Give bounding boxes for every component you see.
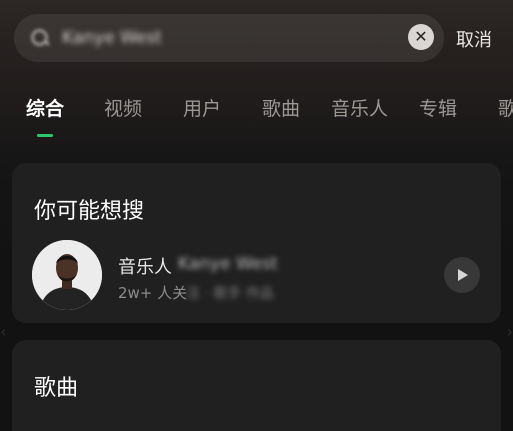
play-icon: [458, 269, 468, 281]
tab-albums[interactable]: 专辑: [419, 94, 457, 121]
tab-all[interactable]: 综合: [26, 94, 64, 121]
tab-videos[interactable]: 视频: [104, 94, 142, 121]
clear-search-button[interactable]: ✕: [408, 24, 434, 50]
suggestion-card: 你可能想搜 音乐人 Kanye West 2w+ 人关 注 · 歌手 作品: [12, 163, 501, 323]
cancel-button[interactable]: 取消: [456, 26, 492, 52]
close-icon: ✕: [414, 27, 428, 46]
play-button[interactable]: [444, 257, 480, 293]
tab-more[interactable]: 歌: [498, 94, 513, 121]
search-results-screen: ✕ 取消 综合 视频 用户 歌曲 音乐人 专辑 歌 你可能想搜 音乐人 Kany…: [0, 0, 513, 431]
search-tabs: 综合 视频 用户 歌曲 音乐人 专辑 歌: [0, 94, 513, 138]
search-input[interactable]: [62, 25, 392, 51]
result-name[interactable]: Kanye West: [178, 254, 278, 274]
songs-card: 歌曲: [12, 340, 501, 431]
tab-songs[interactable]: 歌曲: [262, 94, 300, 121]
search-bar[interactable]: [14, 14, 444, 62]
avatar[interactable]: [32, 240, 102, 310]
active-tab-indicator: [37, 134, 53, 137]
result-type-label: 音乐人: [118, 257, 172, 278]
songs-title: 歌曲: [34, 376, 79, 401]
tab-musicians[interactable]: 音乐人: [331, 94, 388, 121]
chevron-left-icon: ‹: [0, 322, 7, 341]
tab-users[interactable]: 用户: [183, 94, 221, 121]
search-icon: [30, 28, 51, 48]
result-fans-detail: 注 · 歌手 作品: [186, 286, 274, 302]
result-fans: 2w+ 人关: [118, 284, 188, 302]
suggestion-title: 你可能想搜: [34, 199, 145, 224]
chevron-right-icon: ›: [506, 322, 513, 341]
